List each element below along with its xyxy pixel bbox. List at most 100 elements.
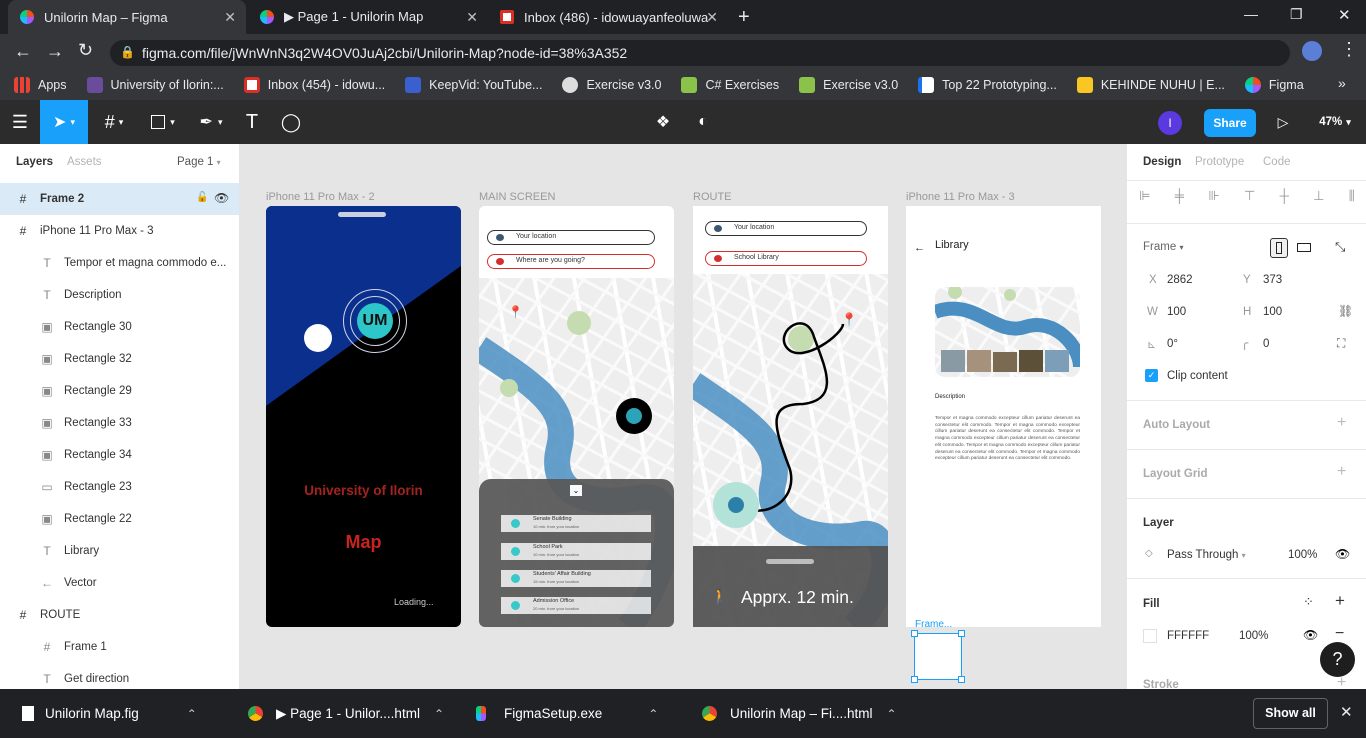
rotation-input[interactable]: 0° [1167,338,1178,350]
close-icon[interactable]: ✕ [224,9,236,26]
bookmark-exercise-1[interactable]: Exercise v3.0 [562,77,661,93]
add-layout-grid-icon[interactable]: + [1337,463,1346,481]
layer-row[interactable]: ▣ Rectangle 30 [0,311,239,343]
resize-handle[interactable] [958,676,965,683]
menu-icon[interactable]: ⋮ [1340,39,1358,60]
restore-button[interactable]: ❐ [1290,6,1303,23]
portrait-toggle[interactable] [1270,238,1288,258]
zoom-dropdown[interactable]: 47% ▾ [1310,100,1360,144]
back-arrow-icon[interactable]: ← [914,242,925,254]
tab-gmail[interactable]: Inbox (486) - idowuayanfeoluwa@ ✕ [488,0,728,34]
chevron-up-icon[interactable]: ⌃ [434,707,444,721]
bookmark-apps[interactable]: Apps [14,77,67,93]
place-item[interactable]: Senate Building 10 min. from your locati… [501,515,651,532]
layer-row[interactable]: ▣ Rectangle 33 [0,407,239,439]
route-frame[interactable]: Your location School Library 📍 🚶 Apprx. … [693,206,888,627]
x-input[interactable]: 2862 [1167,274,1193,286]
close-icon[interactable]: ✕ [1340,703,1353,721]
fill-swatch[interactable] [1143,629,1157,643]
pen-tool-button[interactable]: ✒ ▾ [190,100,232,144]
blend-mode-dropdown[interactable]: Pass Through ▾ [1167,549,1246,561]
layer-row[interactable]: # iPhone 11 Pro Max - 3 [0,215,239,247]
bookmark-inbox[interactable]: Inbox (454) - idowu... [243,77,385,93]
fill-hex-input[interactable]: FFFFFF [1167,630,1209,642]
align-bottom-icon[interactable]: ⊥ [1313,188,1324,210]
eye-icon[interactable]: 👁 [1335,547,1350,561]
present-button[interactable]: ▷ [1272,100,1294,144]
download-item[interactable]: Unilorin Map.fig ⌃ [22,689,197,738]
tab-design[interactable]: Design [1143,156,1181,168]
main-screen-frame[interactable]: Your location Where are you going? 📍 ⌄ S… [479,206,674,627]
layer-row[interactable]: ▣ Rectangle 32 [0,343,239,375]
frame-label[interactable]: ROUTE [693,191,732,203]
landscape-icon[interactable] [1297,243,1311,252]
align-left-icon[interactable]: ⊫ [1139,188,1150,210]
bookmark-kehinde[interactable]: KEHINDE NUHU | E... [1076,77,1225,93]
align-right-icon[interactable]: ⊪ [1208,188,1219,210]
selected-frame[interactable] [911,630,965,683]
drag-handle[interactable] [766,559,814,564]
place-item[interactable]: School Park 10 min. from your location [501,543,651,560]
layer-row[interactable]: ▣ Rectangle 22 [0,503,239,535]
minimize-button[interactable]: — [1244,6,1258,22]
remove-fill-icon[interactable]: − [1335,625,1344,643]
tab-figma[interactable]: Unilorin Map – Figma ✕ [8,0,246,34]
frame-tool-button[interactable]: # ▾ [94,100,134,144]
lock-icon[interactable]: 🔓 [196,192,208,203]
y-input[interactable]: 373 [1263,274,1282,286]
h-input[interactable]: 100 [1263,306,1282,318]
radius-input[interactable]: 0 [1263,338,1269,350]
tab-page1[interactable]: ▶ Page 1 - Unilorin Map ✕ [248,0,488,34]
layer-row[interactable]: T Tempor et magna commodo e... [0,247,239,279]
bookmark-exercise-2[interactable]: Exercise v3.0 [799,77,898,93]
independent-corners-icon[interactable]: ⛶ [1337,336,1345,351]
mask-button[interactable]: ◐ [690,100,716,144]
comment-tool-button[interactable]: ◯ [276,100,306,144]
eye-icon[interactable]: 👁 [1303,628,1318,642]
fill-opacity-input[interactable]: 100% [1239,630,1268,642]
close-window-button[interactable]: ✕ [1338,6,1351,24]
close-icon[interactable]: ✕ [466,9,478,26]
more-bookmarks-icon[interactable]: » [1338,75,1346,91]
close-icon[interactable]: ✕ [706,9,718,26]
layer-row[interactable]: T Description [0,279,239,311]
profile-avatar[interactable] [1302,41,1322,61]
layer-row[interactable]: # ROUTE [0,599,239,631]
splash-frame[interactable]: UM University of Ilorin Map Loading... [266,206,461,627]
show-all-button[interactable]: Show all [1253,698,1328,729]
help-button[interactable]: ? [1320,642,1355,677]
resize-handle[interactable] [958,630,965,637]
download-item[interactable]: Unilorin Map – Fi....html ⌃ [702,689,897,738]
chevron-up-icon[interactable]: ⌃ [887,707,897,721]
chevron-up-icon[interactable]: ⌃ [648,707,658,721]
new-tab-button[interactable]: + [738,6,750,29]
tab-layers[interactable]: Layers [16,156,53,168]
bookmark-keepvid[interactable]: KeepVid: YouTube... [405,77,542,93]
bookmark-unilorin[interactable]: University of Ilorin:... [86,77,224,93]
selected-frame-label[interactable]: Frame... [915,619,952,630]
reload-icon[interactable]: ↻ [78,40,93,61]
layer-row[interactable]: ▭ Rectangle 23 [0,471,239,503]
resize-handle[interactable] [911,676,918,683]
shape-tool-button[interactable]: ▾ [142,100,184,144]
layer-row[interactable]: ▣ Rectangle 34 [0,439,239,471]
layer-row[interactable]: # Frame 1 [0,631,239,663]
bookmark-csharp[interactable]: C# Exercises [681,77,779,93]
address-bar[interactable]: 🔒 figma.com/file/jWnWnN3q2W4OV0JuAj2cbi/… [110,40,1290,66]
back-icon[interactable]: ← [14,41,32,62]
download-item[interactable]: FigmaSetup.exe ⌃ [476,689,658,738]
download-item[interactable]: ▶ Page 1 - Unilor....html ⌃ [248,689,444,738]
library-frame[interactable]: ← Library Description Tempor et magna co… [906,206,1101,627]
chevron-up-icon[interactable]: ⌃ [187,707,197,721]
resize-handle[interactable] [911,630,918,637]
frame-label[interactable]: MAIN SCREEN [479,191,555,203]
tab-prototype[interactable]: Prototype [1195,156,1244,168]
w-input[interactable]: 100 [1167,306,1186,318]
layer-row-selected[interactable]: # Frame 2 🔓 👁 [0,183,239,215]
components-button[interactable]: ❖ [650,100,676,144]
page-selector[interactable]: Page 1 ▾ [177,156,221,168]
place-item[interactable]: Students' Affair Building 15 min. from y… [501,570,651,587]
constrain-proportions-icon[interactable]: ⛓ [1338,304,1353,318]
clip-content-checkbox[interactable]: ✓ [1145,369,1158,382]
styles-grid-icon[interactable]: ⁘ [1303,594,1314,610]
